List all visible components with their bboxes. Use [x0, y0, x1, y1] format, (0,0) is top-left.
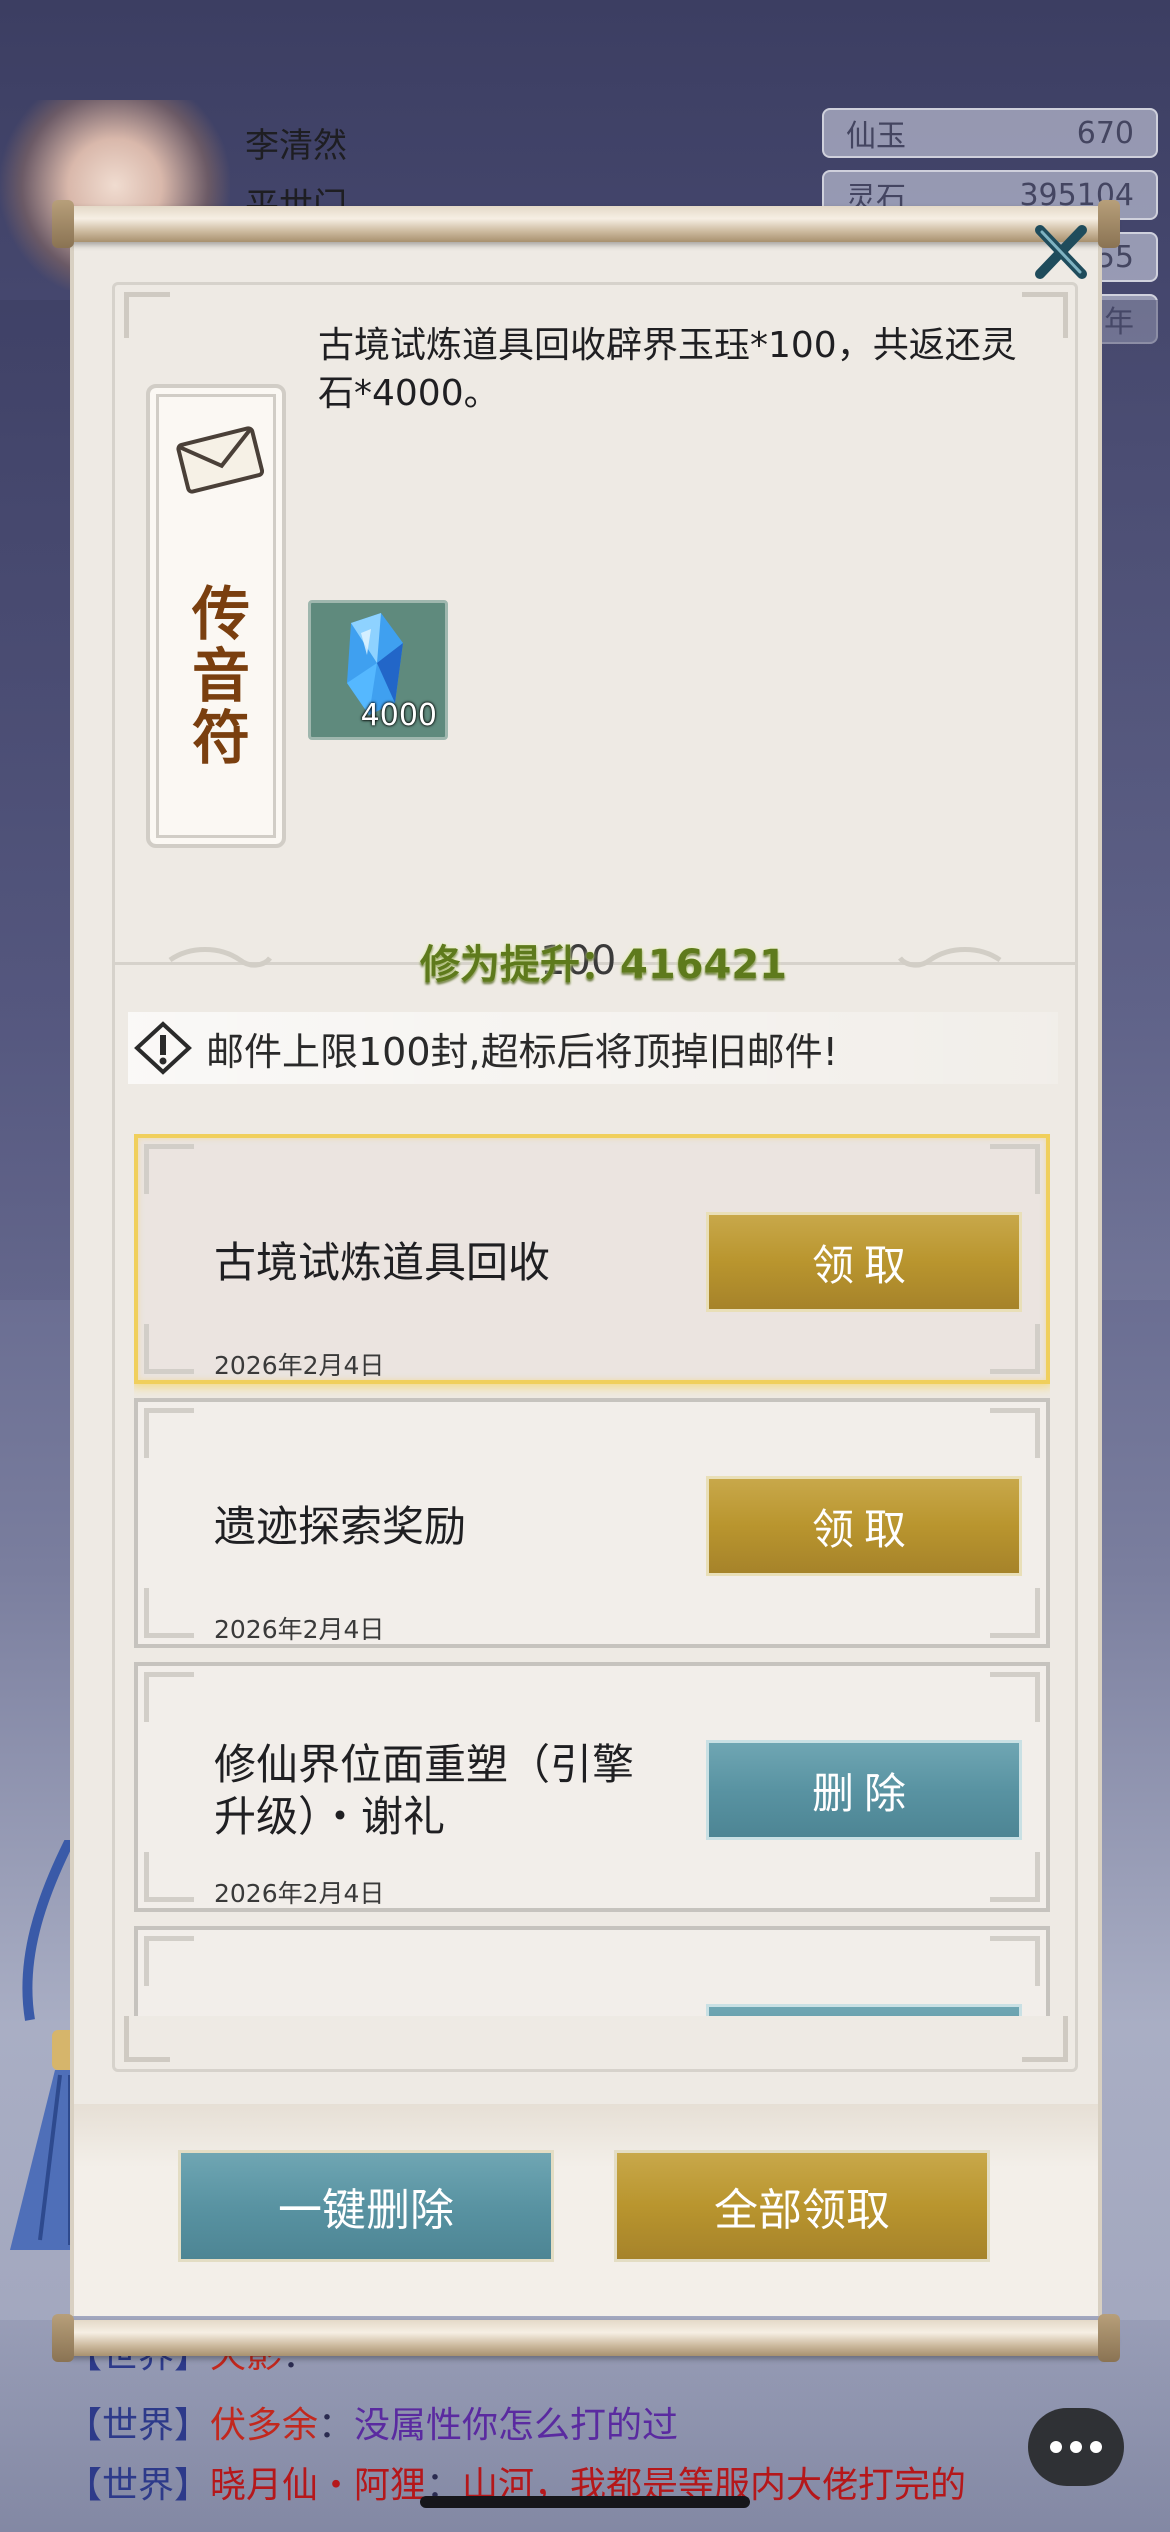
frame-corner: [124, 2016, 170, 2062]
mail-corner: [144, 1144, 194, 1194]
mail-date: 2026年2月4日: [214, 1879, 385, 1908]
claim-button[interactable]: 领取: [706, 1476, 1022, 1576]
mail-corner: [990, 1936, 1040, 1986]
chat-line: 【世界】伏多余：没属性你怎么打的过: [66, 2405, 679, 2446]
mail-corner: [990, 1672, 1040, 1722]
resource-label: 仙玉: [846, 119, 906, 154]
mail-limit-warning: 邮件上限100封,超标后将顶掉旧邮件!: [128, 1012, 1058, 1084]
player-name: 李清然: [245, 126, 347, 166]
frame-corner: [1022, 2016, 1068, 2062]
mail-list[interactable]: 古境试炼道具回收 2026年2月4日 领取 遗迹探索奖励 2026年2月4日 领…: [134, 1134, 1050, 2016]
mail-corner: [990, 1408, 1040, 1458]
home-indicator[interactable]: [420, 2496, 750, 2508]
warning-icon: [134, 1021, 192, 1075]
mail-corner: [144, 1852, 194, 1902]
mail-item[interactable]: 遗迹探索奖励 2026年2月4日 领取: [134, 1398, 1050, 1648]
scroll-rod-top: [52, 200, 1120, 248]
talisman-badge: 传音符: [146, 384, 286, 848]
delete-button[interactable]: [706, 2004, 1022, 2016]
letter-body: 古境试炼道具回收辟界玉珏*100，共返还灵石*4000。: [318, 325, 1017, 414]
delete-button[interactable]: 删除: [706, 1740, 1022, 1840]
mail-corner: [144, 1408, 194, 1458]
mail-corner: [990, 1324, 1040, 1374]
mail-corner: [990, 1144, 1040, 1194]
close-x-icon[interactable]: [1030, 222, 1090, 282]
mail-corner: [144, 1936, 194, 1986]
resource-jade: 仙玉 670: [822, 108, 1158, 158]
warning-text: 邮件上限100封,超标后将顶掉旧邮件!: [206, 1029, 838, 1074]
reward-item[interactable]: 4000: [308, 600, 448, 740]
mail-date: 2026年2月4日: [214, 1351, 385, 1380]
resource-value: 670: [1076, 115, 1134, 151]
claim-button[interactable]: 领取: [706, 1212, 1022, 1312]
talisman-label: 传音符: [182, 583, 250, 769]
claim-all-button[interactable]: 全部领取: [614, 2150, 990, 2262]
mail-item[interactable]: 修仙界位面重塑（引擎升级）・谢礼 2026年2月4日 删除: [134, 1662, 1050, 1912]
mail-title: [214, 1930, 644, 2016]
mail-corner: [144, 1672, 194, 1722]
mail-date: 2026年2月4日: [214, 1615, 385, 1644]
reward-quantity: 4000: [360, 698, 437, 733]
cultivation-gain-text: 修为提升：416421: [420, 942, 787, 988]
left-side-menu: [0, 300, 70, 1300]
cloud-ornament-icon: [168, 947, 272, 968]
mail-item[interactable]: 古境试炼道具回收 2026年2月4日 领取: [134, 1134, 1050, 1384]
frame-corner: [124, 292, 170, 338]
delete-all-button[interactable]: 一键删除: [178, 2150, 554, 2262]
mail-corner: [990, 1588, 1040, 1638]
mail-corner: [144, 1588, 194, 1638]
mail-corner: [144, 1324, 194, 1374]
envelope-icon: [176, 426, 264, 494]
mail-item[interactable]: [134, 1926, 1050, 2016]
chat-more-icon[interactable]: [1028, 2408, 1124, 2486]
cloud-ornament-icon: [898, 947, 1002, 968]
mail-corner: [990, 1852, 1040, 1902]
scroll-rod-bottom: [52, 2314, 1120, 2362]
right-side-menu: [1100, 300, 1170, 1300]
